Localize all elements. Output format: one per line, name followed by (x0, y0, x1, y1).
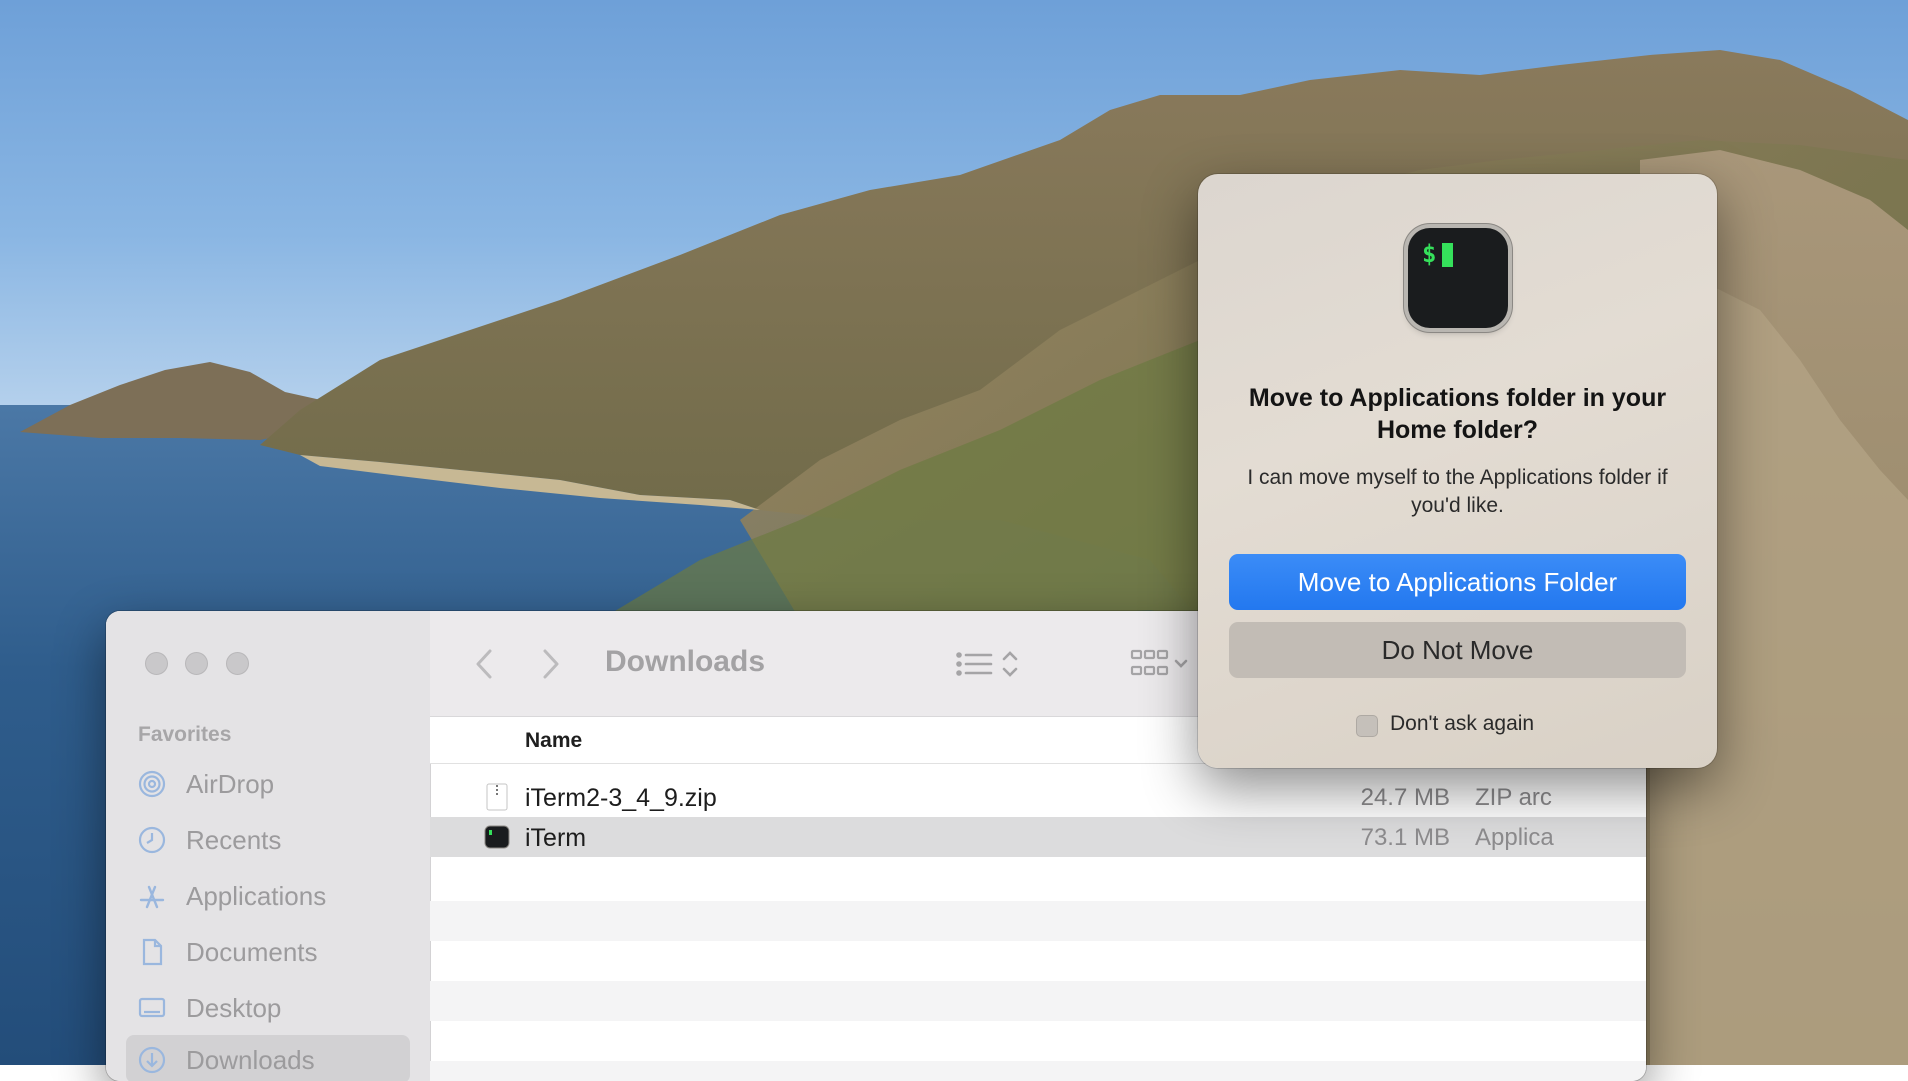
move-to-applications-dialog: $ Move to Applications folder in your Ho… (1198, 174, 1717, 768)
folder-title: Downloads (605, 645, 766, 678)
table-row-selected[interactable]: iTerm 73.1 MB Applica (430, 817, 1646, 857)
list-view-icon (956, 651, 1018, 677)
empty-row-stripe (430, 1061, 1646, 1081)
close-window-button[interactable] (145, 652, 168, 675)
desktop-icon (138, 994, 166, 1022)
iterm-app-icon (484, 823, 510, 851)
sidebar-item-downloads[interactable]: Downloads (126, 1035, 410, 1081)
prompt-glyph: $ (1422, 240, 1437, 268)
favorites-heading: Favorites (138, 723, 232, 746)
sidebar-item-desktop[interactable]: Desktop (126, 983, 410, 1031)
file-kind: ZIP arc (1475, 784, 1552, 811)
zoom-window-button[interactable] (226, 652, 249, 675)
forward-button[interactable] (535, 647, 565, 681)
chevron-right-icon (543, 649, 559, 679)
sidebar-item-label: Desktop (186, 993, 282, 1023)
terminal-app-icon: $ (1408, 228, 1508, 328)
document-icon (138, 938, 166, 966)
table-row[interactable]: iTerm2-3_4_9.zip 24.7 MB ZIP arc (430, 777, 1646, 817)
sidebar-item-label: AirDrop (186, 769, 275, 799)
file-name: iTerm (525, 824, 587, 852)
name-column-header[interactable]: Name (525, 729, 582, 753)
do-not-move-button[interactable]: Do Not Move (1229, 622, 1686, 678)
cursor-block (1442, 243, 1453, 267)
sidebar-item-label: Applications (186, 881, 327, 911)
checkbox-label: Don't ask again (1390, 712, 1535, 735)
minimize-window-button[interactable] (185, 652, 208, 675)
sidebar-item-label: Documents (186, 937, 318, 967)
empty-row-stripe (430, 981, 1646, 1021)
airdrop-icon (138, 770, 166, 798)
finder-sidebar: Favorites AirDrop Recents Applications D… (106, 611, 431, 1081)
view-options-button[interactable] (955, 647, 1035, 681)
move-to-applications-button[interactable]: Move to Applications Folder (1229, 554, 1686, 610)
chevron-left-icon (476, 649, 492, 679)
downloads-icon (138, 1046, 166, 1074)
dialog-message: I can move myself to the Applications fo… (1247, 466, 1668, 517)
sidebar-item-label: Recents (186, 825, 282, 855)
zip-file-icon (484, 783, 510, 811)
dialog-title: Move to Applications folder in your Home… (1248, 384, 1667, 444)
empty-row-stripe (430, 901, 1646, 941)
file-name: iTerm2-3_4_9.zip (525, 784, 717, 812)
applications-icon (138, 882, 166, 910)
back-button[interactable] (470, 647, 500, 681)
file-size: 73.1 MB (1360, 824, 1450, 851)
sidebar-item-recents[interactable]: Recents (126, 815, 410, 863)
file-kind: Applica (1475, 824, 1554, 851)
sidebar-item-applications[interactable]: Applications (126, 871, 410, 919)
clock-icon (138, 826, 166, 854)
sidebar-item-label: Downloads (186, 1045, 315, 1075)
file-size: 24.7 MB (1360, 784, 1450, 811)
dont-ask-again-checkbox[interactable] (1356, 715, 1378, 737)
sidebar-item-documents[interactable]: Documents (126, 927, 410, 975)
sidebar-item-airdrop[interactable]: AirDrop (126, 759, 410, 807)
